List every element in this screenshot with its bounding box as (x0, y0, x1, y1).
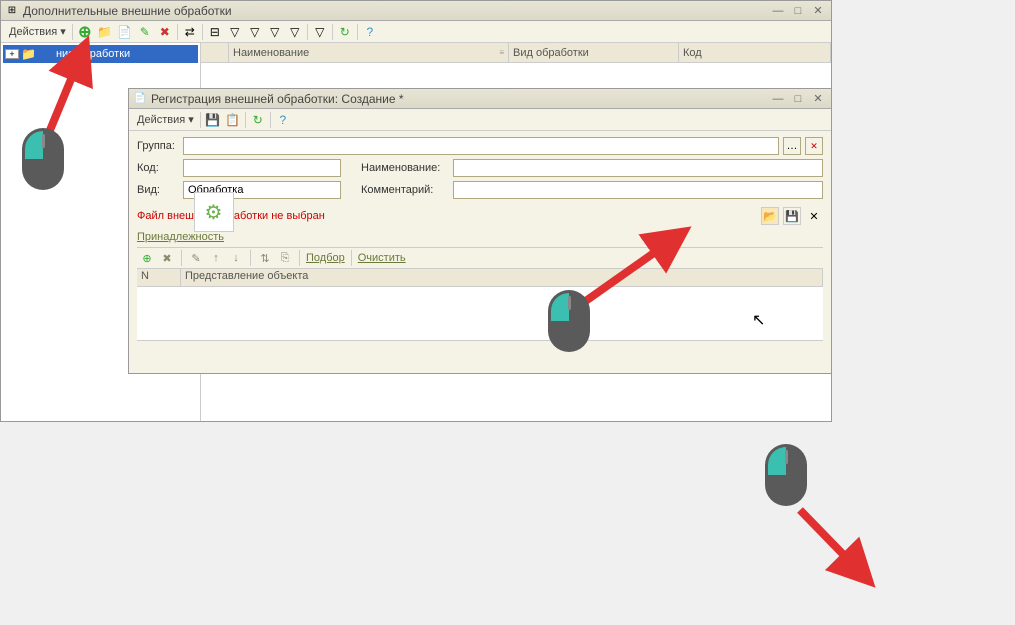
code-label: Код: (137, 162, 179, 174)
help-icon[interactable]: ? (273, 110, 293, 130)
delete-icon[interactable]: ✖ (155, 22, 175, 42)
arrow-3 (790, 500, 890, 600)
filter3-icon[interactable]: ▽ (265, 22, 285, 42)
minimize-button[interactable]: — (769, 92, 787, 106)
move-icon[interactable]: ⇄ (180, 22, 200, 42)
hier-icon[interactable]: ⊟ (205, 22, 225, 42)
comment-input[interactable] (453, 181, 823, 199)
group-input[interactable] (183, 137, 779, 155)
save-icon[interactable]: 💾 (203, 110, 223, 130)
up-icon[interactable]: ↑ (208, 250, 224, 266)
window-icon: 📄 (133, 92, 147, 106)
mouse-hint-1 (22, 128, 64, 190)
belonging-title: Принадлежность (137, 231, 224, 243)
group-select-button[interactable]: … (783, 137, 801, 155)
toolbar: Действия ▾ 💾 📋 ↻ ? (129, 109, 831, 131)
reread-icon[interactable]: ↻ (248, 110, 268, 130)
col-name[interactable]: Наименование≡ (229, 43, 509, 62)
folder-icon: 📁 (21, 47, 36, 61)
comment-label: Комментарий: (361, 184, 449, 196)
filter2-icon[interactable]: ▽ (245, 22, 265, 42)
window-title: Дополнительные внешние обработки (23, 4, 769, 18)
filter1-icon[interactable]: ▽ (225, 22, 245, 42)
open-file-button[interactable]: 📂 (761, 207, 779, 225)
toolbar: Действия ▾ ⊕ 📁 📄 ✎ ✖ ⇄ ⊟ ▽ ▽ ▽ ▽ ▽ ↻ ? (1, 21, 831, 43)
title-bar: ⊞ Дополнительные внешние обработки — □ ✕ (1, 1, 831, 21)
close-button[interactable]: ✕ (809, 4, 827, 18)
code-input[interactable] (183, 159, 341, 177)
name-label: Наименование: (361, 162, 449, 174)
col-marker[interactable] (201, 43, 229, 62)
select-link[interactable]: Подбор (306, 252, 345, 264)
refresh-icon[interactable]: ↻ (335, 22, 355, 42)
sort-icon[interactable]: ⇅ (257, 250, 273, 266)
title-bar: 📄 Регистрация внешней обработки: Создани… (129, 89, 831, 109)
col-n[interactable]: N (137, 269, 181, 286)
window-icon: ⊞ (5, 4, 19, 18)
column-headers: Наименование≡ Вид обработки Код (201, 43, 831, 63)
maximize-button[interactable]: □ (789, 92, 807, 106)
clear-file-button[interactable]: ✕ (805, 207, 823, 225)
filter4-icon[interactable]: ▽ (285, 22, 305, 42)
edit-icon[interactable]: ✎ (188, 250, 204, 266)
belonging-toolbar: ⊕ ✖ ✎ ↑ ↓ ⇅ ⎘ Подбор Очистить (137, 247, 823, 269)
group-label: Группа: (137, 140, 179, 152)
col-kind[interactable]: Вид обработки (509, 43, 679, 62)
cursor-icon: ↖ (752, 310, 765, 330)
save-file-button[interactable]: 💾 (783, 207, 801, 225)
expand-icon[interactable]: + (5, 49, 19, 59)
name-input[interactable] (453, 159, 823, 177)
mouse-hint-3 (765, 444, 807, 506)
file-extra-epf[interactable]: ⚙ (176, 192, 251, 232)
clear-link[interactable]: Очистить (358, 252, 406, 264)
copy-icon[interactable]: 📄 (115, 22, 135, 42)
col-code[interactable]: Код (679, 43, 831, 62)
maximize-button[interactable]: □ (789, 4, 807, 18)
window-title: Регистрация внешней обработки: Создание … (151, 92, 769, 106)
kind-label: Вид: (137, 184, 179, 196)
help-icon[interactable]: ? (360, 22, 380, 42)
close-button[interactable]: ✕ (809, 92, 827, 106)
clear-filter-icon[interactable]: ▽ (310, 22, 330, 42)
epf-icon: ⚙ (194, 192, 234, 232)
copy-icon[interactable]: ⎘ (277, 250, 293, 266)
save-close-icon[interactable]: 📋 (223, 110, 243, 130)
add-icon[interactable]: ⊕ (139, 250, 155, 266)
mouse-hint-2 (548, 290, 590, 352)
group-clear-button[interactable]: ✕ (805, 137, 823, 155)
down-icon[interactable]: ↓ (228, 250, 244, 266)
delete-icon[interactable]: ✖ (159, 250, 175, 266)
edit-icon[interactable]: ✎ (135, 22, 155, 42)
minimize-button[interactable]: — (769, 4, 787, 18)
belonging-list (137, 287, 823, 341)
tree-root-node[interactable]: + 📁 ние обработки (3, 45, 198, 63)
actions-menu[interactable]: Действия ▾ (133, 113, 198, 126)
col-repr[interactable]: Представление объекта (181, 269, 823, 286)
belonging-headers: N Представление объекта (137, 269, 823, 287)
